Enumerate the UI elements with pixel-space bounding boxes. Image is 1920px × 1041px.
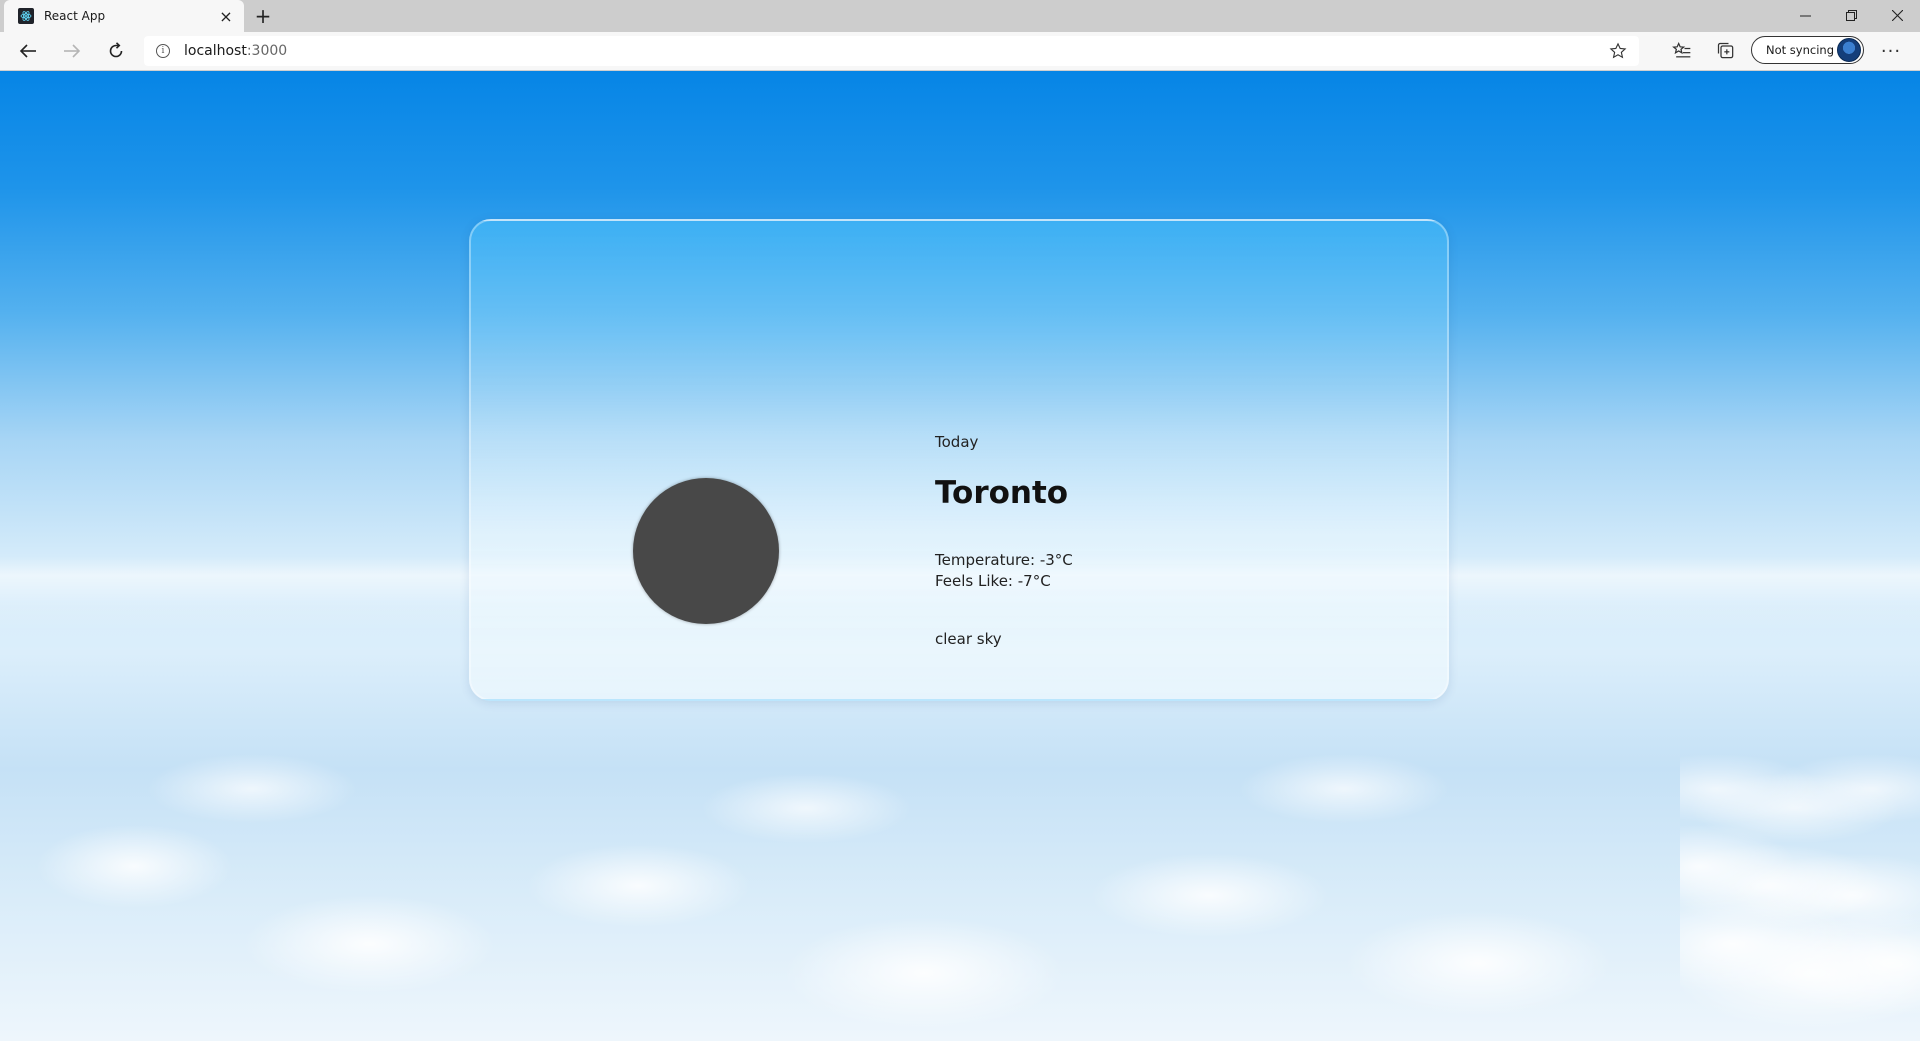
feels-like-text: Feels Like: -7°C (935, 572, 1051, 590)
address-bar[interactable]: i localhost:3000 (144, 36, 1639, 66)
window-controls (1782, 0, 1920, 30)
collections-icon[interactable] (1716, 41, 1736, 61)
restore-icon[interactable] (1828, 0, 1874, 30)
sync-status-label: Not syncing (1766, 43, 1834, 57)
minimize-icon[interactable] (1782, 0, 1828, 30)
tab-close-icon[interactable]: × (214, 4, 238, 28)
weather-card (469, 219, 1449, 701)
browser-window: React App × + i localhost:3000 Not synci… (0, 0, 1920, 1041)
tab-title: React App (44, 9, 106, 23)
profile-sync-button[interactable]: Not syncing (1751, 36, 1864, 64)
page-viewport: Today Toronto Temperature: -3°C Feels Li… (0, 71, 1920, 1041)
site-info-icon[interactable]: i (156, 44, 170, 58)
favorites-list-icon[interactable] (1672, 41, 1692, 61)
close-window-icon[interactable] (1874, 0, 1920, 30)
refresh-icon[interactable] (100, 37, 132, 65)
day-label: Today (935, 433, 979, 451)
more-options-icon[interactable]: ··· (1876, 41, 1906, 62)
city-name: Toronto (935, 475, 1069, 511)
sky-background-tile (1680, 71, 1920, 1041)
temperature-text: Temperature: -3°C (935, 551, 1073, 569)
back-arrow-icon[interactable] (12, 37, 44, 65)
browser-toolbar: i localhost:3000 Not syncing ··· (0, 32, 1920, 71)
new-tab-button[interactable]: + (250, 3, 276, 29)
tab-strip: React App × + (0, 0, 1920, 32)
weather-description: clear sky (935, 630, 1002, 648)
favorite-star-icon[interactable] (1609, 42, 1627, 60)
url-host: localhost (184, 43, 247, 59)
react-favicon-icon (18, 8, 34, 24)
url-port: :3000 (246, 43, 288, 59)
weather-icon (633, 478, 779, 624)
url-text[interactable]: localhost:3000 (184, 43, 287, 59)
forward-arrow-icon[interactable] (56, 37, 88, 65)
tab-react-app[interactable]: React App × (4, 0, 244, 32)
avatar (1837, 38, 1861, 62)
